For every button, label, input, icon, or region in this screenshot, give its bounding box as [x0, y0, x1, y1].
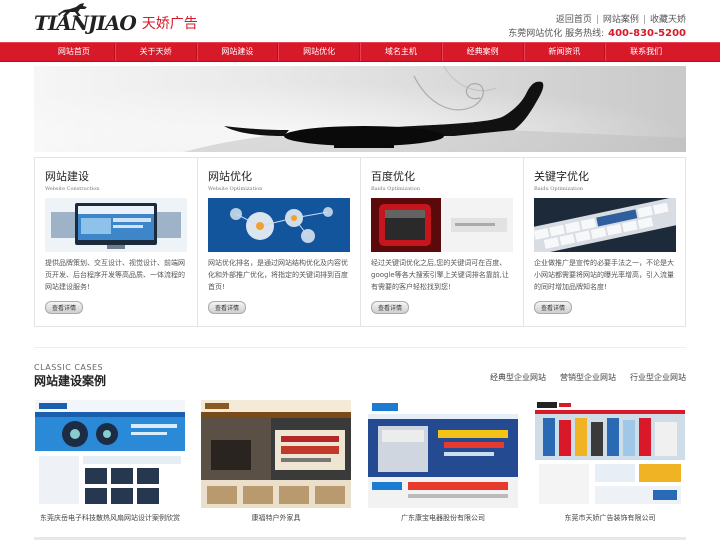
service-card: 网站优化 Website Optimization 网站优化排名，是通过网站结构… — [198, 158, 361, 326]
service-title[interactable]: 网站优化 — [208, 168, 350, 184]
logo-chinese: 天娇广告 — [141, 16, 198, 32]
nav-home[interactable]: 网站首页 — [34, 43, 115, 61]
case-item[interactable]: 东莞市天娇广告装饰有限公司 — [535, 400, 685, 523]
tab-industry-sites[interactable]: 行业型企业网站 — [630, 372, 686, 383]
service-card: 百度优化 Baidu Optimization 经过关键词优化之后,您的关键词可… — [361, 158, 524, 326]
service-title[interactable]: 百度优化 — [371, 168, 513, 184]
logo[interactable]: TIANJIAO 天娇广告 — [34, 3, 198, 36]
furniture-website-thumbnail — [201, 400, 351, 508]
service-title[interactable]: 网站建设 — [45, 168, 187, 184]
service-subtitle: Baidu Optimization — [534, 186, 583, 192]
service-description: 提供品牌策划、交互设计、视觉设计、前端网页开发、后台程序开发等高品质、一体流程的… — [45, 259, 185, 291]
case-item[interactable]: 广东康宝电器股份有限公司 — [368, 400, 518, 523]
phone-image — [371, 198, 513, 252]
view-details-button[interactable]: 查看详情 — [371, 301, 410, 314]
service-subtitle: Baidu Optimization — [371, 186, 420, 192]
site-header: TIANJIAO 天娇广告 返回首页 | 网站案例 | 收藏天娇 东莞网站优化 服务热线… — [0, 0, 720, 42]
case-item[interactable]: 东莞庆岳电子科技散热风扇网站设计案例欣赏 — [35, 400, 185, 523]
network-figures-image — [208, 198, 350, 252]
hotline: 东莞网站优化 服务热线: 400-830-5200 — [508, 26, 686, 39]
service-image[interactable] — [534, 198, 676, 252]
keyboard-image — [534, 198, 676, 252]
service-image[interactable] — [371, 198, 513, 252]
advertising-website-thumbnail — [535, 400, 685, 508]
service-subtitle: Website Construction — [45, 186, 100, 192]
view-details-button[interactable]: 查看详情 — [208, 301, 247, 314]
service-description: 企业做推广是宣传的必要手法之一，不论是大小网站都需要将网站的曝光率增高，引入流量… — [534, 259, 674, 291]
tab-marketing-sites[interactable]: 营销型企业网站 — [560, 372, 616, 383]
section-divider — [34, 347, 686, 348]
magic-lamp-image — [34, 66, 686, 152]
logo-wordmark: TIANJIAO — [34, 3, 137, 35]
link-home[interactable]: 返回首页 — [556, 15, 592, 25]
case-caption[interactable]: 东莞庆岳电子科技散热风扇网站设计案例欣赏 — [35, 513, 185, 523]
service-image[interactable] — [45, 198, 187, 252]
nav-website-seo[interactable]: 网站优化 — [278, 43, 360, 61]
view-details-button[interactable]: 查看详情 — [534, 301, 573, 314]
link-cases[interactable]: 网站案例 — [603, 15, 639, 25]
service-card: 网站建设 Website Construction 提供品牌策划、交互设计、视觉… — [35, 158, 198, 326]
cases-section-en-title: CLASSIC CASES — [34, 363, 104, 372]
cases-section-title: 网站建设案例 — [34, 374, 107, 388]
hero-banner[interactable] — [34, 66, 686, 152]
nav-cases[interactable]: 经典案例 — [441, 43, 524, 61]
case-category-tabs: 经典型企业网站 营销型企业网站 行业型企业网站 — [476, 372, 686, 383]
tab-classic-sites[interactable]: 经典型企业网站 — [490, 372, 546, 383]
case-thumbnail[interactable] — [35, 400, 185, 508]
horse-icon — [58, 3, 87, 16]
service-description: 网站优化排名，是通过网站结构优化及内容优化和外部推广优化，将指定的关键词排到百度… — [208, 259, 348, 291]
case-caption[interactable]: 东莞市天娇广告装饰有限公司 — [535, 513, 685, 523]
nav-news[interactable]: 新闻资讯 — [523, 43, 606, 61]
top-links: 返回首页 | 网站案例 | 收藏天娇 — [555, 15, 686, 25]
main-nav: 网站首页 关于天娇 网站建设 网站优化 域名主机 经典案例 新闻资讯 联系我们 — [0, 42, 720, 62]
case-thumbnail[interactable] — [368, 400, 518, 508]
service-card: 关键字优化 Baidu Optimization 企业做推广是宣传的必要手法之一… — [524, 158, 686, 326]
case-thumbnail[interactable] — [535, 400, 685, 508]
link-bookmark[interactable]: 收藏天娇 — [650, 15, 686, 25]
view-details-button[interactable]: 查看详情 — [45, 301, 84, 314]
case-caption[interactable]: 康福特户外家具 — [201, 513, 351, 523]
service-subtitle: Website Optimization — [208, 186, 263, 192]
services-section: 网站建设 Website Construction 提供品牌策划、交互设计、视觉… — [34, 157, 686, 327]
nav-about[interactable]: 关于天娇 — [114, 43, 197, 61]
nav-website-build[interactable]: 网站建设 — [196, 43, 279, 61]
nav-domain-host[interactable]: 域名主机 — [360, 43, 442, 61]
hotline-number: 400-830-5200 — [608, 28, 686, 39]
monitors-image — [45, 198, 187, 252]
case-caption[interactable]: 广东康宝电器股份有限公司 — [368, 513, 518, 523]
appliance-website-thumbnail — [368, 400, 518, 508]
service-image[interactable] — [208, 198, 350, 252]
service-description: 经过关键词优化之后,您的关键词可在百度、google等各大搜索引擎上关键词排名靠… — [371, 259, 509, 291]
nav-contact[interactable]: 联系我们 — [605, 43, 686, 61]
hotline-label: 东莞网站优化 服务热线: — [508, 29, 605, 39]
fan-website-thumbnail — [35, 400, 185, 508]
case-item[interactable]: 康福特户外家具 — [201, 400, 351, 523]
service-title[interactable]: 关键字优化 — [534, 168, 676, 184]
case-thumbnail[interactable] — [201, 400, 351, 508]
